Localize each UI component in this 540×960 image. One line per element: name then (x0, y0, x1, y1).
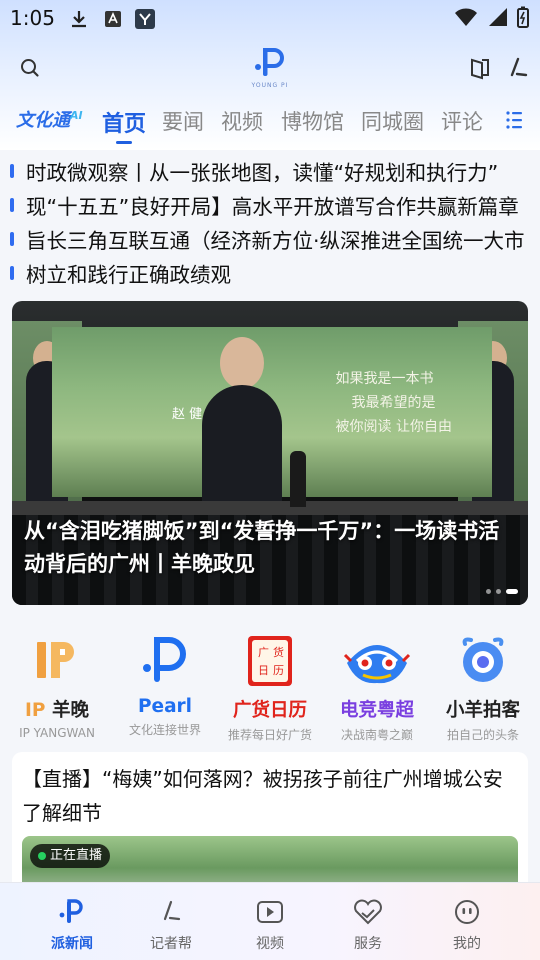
service-subtitle: 决战南粤之巅 (340, 728, 413, 742)
service-guanghuo-calendar[interactable]: 广 货 日 历 广货日历 推荐每日好广货 (216, 628, 324, 743)
svg-text:历: 历 (273, 664, 284, 677)
app-logo: YOUNG PI (245, 46, 295, 92)
tab-museum[interactable]: 博物馆 (281, 106, 344, 136)
pi-logo-icon (255, 48, 284, 76)
reading-mode-button[interactable] (462, 50, 498, 86)
heart-hands-icon (354, 899, 382, 925)
service-title: 电竞粤超 (339, 700, 414, 721)
bottom-navigation: 派新闻 记者帮 视频 服务 我的 (0, 882, 540, 960)
headline-item[interactable]: 树立和践行正确政绩观 (0, 258, 540, 292)
nav-video[interactable]: 视频 (225, 895, 315, 953)
service-subtitle: IP YANGWAN (19, 726, 95, 740)
live-badge: 正在直播 (30, 844, 111, 868)
poem-line: 被你阅读 让你自由 (335, 419, 452, 435)
lion-dance-icon (343, 645, 411, 684)
status-bar: 1:05 (0, 0, 540, 36)
reporter-button[interactable] (500, 50, 536, 86)
svg-text:日: 日 (258, 664, 269, 677)
app-y-notification-icon (135, 9, 155, 29)
headline-item[interactable]: 旨长三角互联互通（经济新方位·纵深推进全国统一大市 (0, 224, 540, 258)
tab-video[interactable]: 视频 (221, 106, 263, 136)
signal-icon (489, 8, 507, 26)
nav-profile[interactable]: 我的 (422, 895, 512, 953)
live-news-card[interactable]: 【直播】“梅姨”如何落网？被拐孩子前往广州增城公安了解细节 正在直播 (12, 752, 528, 892)
wifi-icon (455, 8, 477, 26)
nav-reporter-help[interactable]: 记者帮 (126, 895, 216, 953)
service-shortcuts: IP 羊晚 IP YANGWAN Pearl 文化连接世界 广 货 日 历 广货… (0, 620, 540, 743)
search-button[interactable] (12, 50, 48, 86)
stage-screen: 赵 健 如果我是一本书 我最希望的是 被你阅读 让你自由 (52, 327, 492, 535)
service-xiaoyang-paike[interactable]: 小羊拍客 拍自己的头条 (429, 628, 537, 743)
book-icon (471, 58, 489, 80)
service-subtitle: 拍自己的头条 (446, 728, 519, 742)
featured-banner[interactable]: 赵 健 如果我是一本书 我最希望的是 被你阅读 让你自由 从“含泪吃猪脚饭”到“… (12, 301, 528, 605)
nav-pai-news[interactable]: 派新闻 (27, 895, 117, 953)
nav-label: 派新闻 (51, 936, 93, 952)
channel-menu-button[interactable] (502, 106, 530, 134)
app-header: YOUNG PI (0, 40, 540, 96)
brand-wenhuatong[interactable]: 文化通AI (16, 106, 83, 132)
service-subtitle: 文化连接世界 (128, 723, 201, 737)
tab-news[interactable]: 要闻 (162, 106, 204, 136)
menu-icon (506, 111, 522, 129)
banner-caption: 从“含泪吃猪脚饭”到“发誓挣一千万”：一场读书活动背后的广州丨羊晚政见 (24, 519, 500, 576)
brand-ai-badge: AI (70, 109, 83, 122)
ip-icon (37, 642, 74, 678)
tab-city-circle[interactable]: 同城圈 (361, 106, 424, 136)
status-time: 1:05 (10, 6, 55, 30)
nav-service[interactable]: 服务 (323, 895, 413, 953)
headline-list: 时政微观察丨从一张张地图，读懂“好规划和执行力” 现“十五五”良好开局】高水平开… (0, 156, 540, 292)
tab-home[interactable]: 首页 (102, 106, 146, 144)
nav-label: 记者帮 (150, 936, 192, 952)
battery-icon (517, 6, 529, 28)
service-title: earl (151, 696, 193, 717)
service-title-prefix: IP (25, 700, 52, 721)
smiley-icon (455, 900, 479, 924)
carousel-dot[interactable] (486, 589, 491, 594)
carousel-dot-active[interactable] (506, 589, 518, 594)
screen-poem: 如果我是一本书 我最希望的是 被你阅读 让你自由 (336, 367, 452, 439)
pi-logo-icon (59, 899, 83, 923)
pearl-icon (143, 637, 186, 682)
logo-text: YOUNG PI (251, 82, 289, 89)
carousel-indicator (486, 589, 518, 594)
news-title: 【直播】“梅姨”如何落网？被拐孩子前往广州增城公安了解细节 (22, 767, 503, 825)
service-title-prefix: P (137, 696, 152, 717)
service-ip-yangwan[interactable]: IP 羊晚 IP YANGWAN (3, 628, 111, 740)
service-title: 羊晚 (51, 700, 89, 721)
pen-icon (163, 900, 181, 921)
headline-item[interactable]: 时政微观察丨从一张张地图，读懂“好规划和执行力” (0, 156, 540, 190)
pen-icon (510, 57, 528, 77)
stage-speaker (290, 451, 306, 507)
headline-item[interactable]: 现“十五五”良好开局】高水平开放谱写合作共赢新篇章 (0, 190, 540, 224)
brand-label: 文化通 (16, 110, 70, 131)
nav-label: 我的 (453, 936, 481, 952)
camera-lens-icon (462, 637, 504, 682)
tab-comment[interactable]: 评论 (441, 106, 483, 136)
service-subtitle: 推荐每日好广货 (227, 728, 312, 742)
search-icon (21, 59, 39, 77)
poem-line: 我最希望的是 (351, 395, 436, 411)
stage-floor (12, 501, 528, 515)
svg-text:货: 货 (273, 645, 284, 659)
channel-tabs: 文化通AI 首页 要闻 视频 博物馆 同城圈 评论 (0, 100, 540, 144)
nav-label: 视频 (256, 936, 284, 952)
speaker-name: 赵 健 (172, 407, 203, 422)
calendar-icon: 广 货 日 历 (248, 636, 292, 686)
speaker-head (220, 337, 264, 389)
service-esports[interactable]: 电竞粤超 决战南粤之巅 (323, 628, 431, 743)
download-icon (72, 11, 86, 28)
service-title: 广货日历 (232, 700, 307, 721)
poem-line: 如果我是一本书 (335, 371, 434, 387)
play-icon (257, 901, 283, 923)
svg-text:广: 广 (258, 646, 269, 659)
app-notification-icon (105, 11, 121, 27)
nav-label: 服务 (354, 936, 382, 952)
carousel-dot[interactable] (496, 589, 501, 594)
service-pearl[interactable]: Pearl 文化连接世界 (111, 628, 219, 738)
service-title: 小羊拍客 (445, 700, 520, 721)
